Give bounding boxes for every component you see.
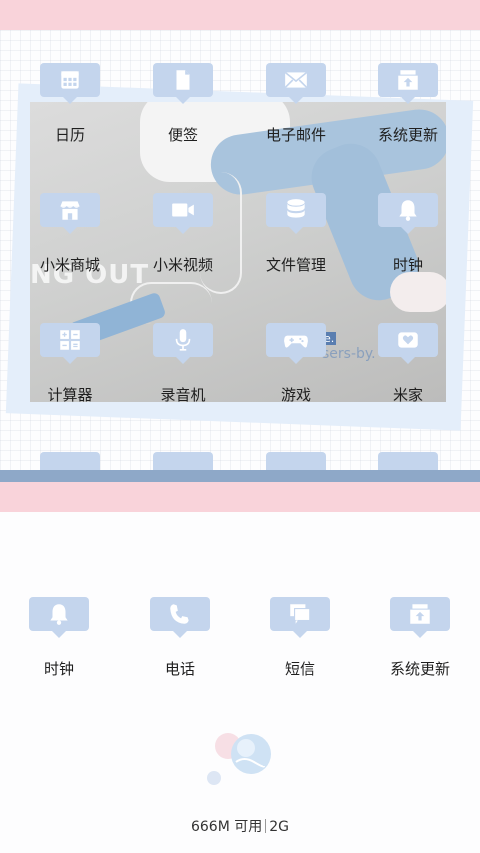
- app-mi-video[interactable]: 小米视频: [133, 193, 233, 275]
- system-update-icon: [390, 597, 450, 638]
- app-label: 日历: [54, 126, 85, 144]
- database-icon: [266, 193, 326, 234]
- app-label: 时钟: [392, 256, 423, 274]
- gamepad-icon: [266, 323, 326, 364]
- app-label: 计算器: [47, 386, 93, 404]
- app-calendar[interactable]: 日历: [20, 63, 120, 145]
- calendar-icon: [40, 63, 100, 104]
- memory-available: 666M 可用: [190, 819, 263, 835]
- bell-icon: [29, 597, 89, 638]
- app-label: 系统更新: [389, 660, 450, 678]
- divider-pink-band: [0, 482, 480, 512]
- bell-icon: [378, 193, 438, 234]
- app-clock[interactable]: 时钟: [358, 193, 458, 275]
- app-system-update[interactable]: 系统更新: [358, 63, 458, 145]
- app-email[interactable]: 电子邮件: [246, 63, 346, 145]
- app-label: 游戏: [280, 386, 311, 404]
- app-file-manager[interactable]: 文件管理: [246, 193, 346, 275]
- calculator-icon: [40, 323, 100, 364]
- app-calculator[interactable]: 计算器: [20, 323, 120, 405]
- dock-messages[interactable]: 短信: [250, 597, 350, 679]
- app-recorder[interactable]: 录音机: [133, 323, 233, 405]
- store-icon: [40, 193, 100, 234]
- phone-icon: [150, 597, 210, 638]
- mail-icon: [266, 63, 326, 104]
- memory-clean-button[interactable]: [206, 732, 278, 790]
- dock-clock[interactable]: 时钟: [9, 597, 109, 679]
- top-pink-band: [0, 0, 480, 30]
- note-icon: [153, 63, 213, 104]
- app-label: 录音机: [160, 386, 206, 404]
- app-games[interactable]: 游戏: [246, 323, 346, 405]
- app-label: 时钟: [43, 660, 74, 678]
- recents-area: [0, 512, 480, 853]
- app-label: 小米视频: [152, 256, 213, 274]
- app-label: 系统更新: [377, 126, 438, 144]
- partial-app-icon: [40, 452, 100, 470]
- app-label: 文件管理: [265, 256, 326, 274]
- partial-app-icon: [266, 452, 326, 470]
- memory-total: 2G: [269, 819, 290, 835]
- microphone-icon: [153, 323, 213, 364]
- partial-app-icon: [378, 452, 438, 470]
- app-label: 便签: [167, 126, 198, 144]
- app-notes[interactable]: 便签: [133, 63, 233, 145]
- app-label: 电子邮件: [265, 126, 326, 144]
- message-icon: [270, 597, 330, 638]
- dock-phone[interactable]: 电话: [130, 597, 230, 679]
- dock-system-update[interactable]: 系统更新: [370, 597, 470, 679]
- app-label: 米家: [392, 386, 423, 404]
- memory-status: 666M 可用 2G: [0, 816, 480, 836]
- app-label: 小米商城: [39, 256, 100, 274]
- heart-home-icon: [378, 323, 438, 364]
- video-camera-icon: [153, 193, 213, 234]
- app-label: 电话: [164, 660, 195, 678]
- partial-app-icon: [153, 452, 213, 470]
- system-update-icon: [378, 63, 438, 104]
- app-mi-store[interactable]: 小米商城: [20, 193, 120, 275]
- app-mi-home[interactable]: 米家: [358, 323, 458, 405]
- app-label: 短信: [284, 660, 315, 678]
